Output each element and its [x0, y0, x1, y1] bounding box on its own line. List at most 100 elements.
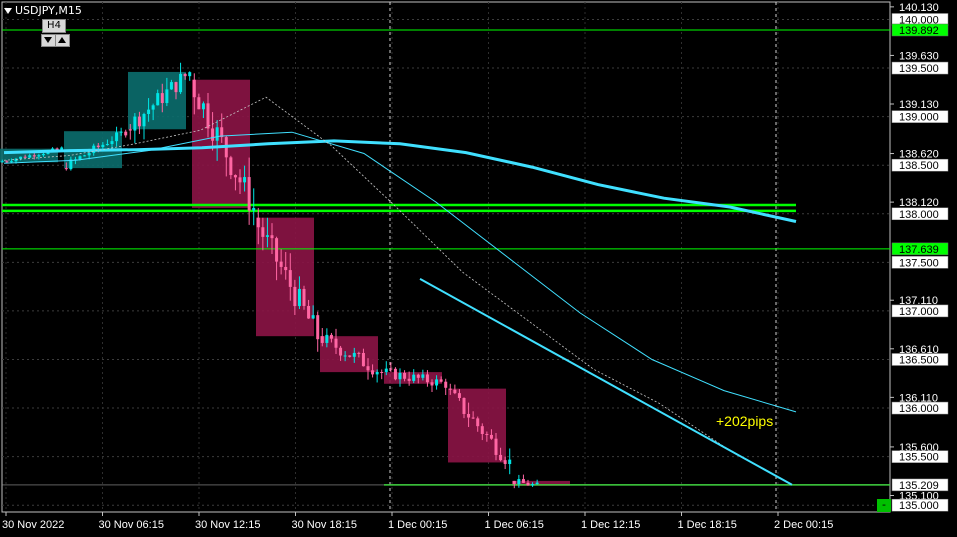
m15-candle-body	[28, 155, 32, 158]
m15-candle-body	[494, 438, 498, 455]
m15-candle-body	[179, 73, 183, 93]
m15-candle-body	[334, 338, 338, 348]
m15-candle-body	[192, 79, 196, 98]
time-tick-label: 30 Nov 12:15	[195, 519, 260, 531]
m15-candle-body	[5, 161, 9, 163]
round-level-label: 136.000	[899, 403, 939, 415]
m15-candle-body	[284, 266, 288, 271]
m15-candle-body	[448, 388, 452, 390]
timeframe-button[interactable]: H4	[42, 19, 66, 33]
m15-candle-body	[485, 433, 489, 435]
m15-candle-body	[439, 379, 443, 382]
m15-candle-body	[124, 131, 128, 136]
m15-candle-body	[293, 286, 297, 307]
m15-candle-body	[425, 374, 429, 383]
time-tick-label: 1 Dec 12:15	[581, 519, 640, 531]
m15-candle-body	[64, 168, 68, 170]
price-chart[interactable]: 140.130139.630139.130138.620138.120137.1…	[0, 0, 957, 537]
m15-candle-body	[211, 128, 215, 141]
m15-candle-body	[521, 479, 525, 483]
m15-candle-body	[407, 378, 411, 381]
m15-candle-body	[288, 270, 292, 287]
symbol-title[interactable]: USDJPY,M15	[4, 4, 82, 17]
m15-candle-body	[339, 347, 343, 356]
pips-annotation: +202pips	[716, 413, 773, 429]
m15-candle-body	[119, 131, 123, 133]
m15-candle-body	[343, 355, 347, 357]
m15-candle-body	[60, 147, 64, 150]
m15-candle-body	[183, 73, 187, 77]
time-tick-label: 2 Dec 00:15	[774, 519, 833, 531]
m15-candle-body	[41, 153, 45, 156]
h4-candle-boxes	[0, 71, 570, 486]
m15-candle-body	[316, 315, 320, 340]
m15-candle-body	[297, 288, 301, 307]
round-level-label: 136.500	[899, 354, 939, 366]
m15-candle-body	[96, 145, 100, 148]
arrow-up-icon	[58, 37, 66, 43]
m15-candle-body	[375, 371, 379, 375]
m15-candle-body	[174, 82, 178, 93]
level-price-label: 139.892	[899, 25, 939, 37]
m15-candle-body	[270, 235, 274, 239]
h4-candle-box	[256, 217, 314, 337]
m15-candle-body	[0, 161, 4, 163]
m15-candle-body	[247, 177, 251, 211]
m15-candle-body	[499, 454, 503, 461]
moving-averages	[3, 96, 797, 485]
m15-candle-body	[329, 334, 333, 339]
m15-candle-body	[320, 336, 324, 343]
m15-candle-body	[19, 156, 23, 159]
m15-candle-body	[412, 374, 416, 381]
m15-candle-body	[133, 116, 137, 131]
m15-candle-body	[531, 484, 535, 486]
m15-candle-body	[471, 417, 475, 419]
m15-candle-body	[279, 261, 283, 267]
m15-candle-body	[101, 144, 105, 148]
timeframe-down-button[interactable]	[41, 34, 56, 47]
m15-candle-body	[444, 381, 448, 388]
m15-candle-body	[476, 418, 480, 427]
round-level-label: 135.000	[899, 500, 939, 512]
m15-candle-body	[403, 372, 407, 379]
dropdown-arrow-icon[interactable]	[4, 7, 12, 14]
m15-candle-body	[366, 366, 370, 371]
m15-candle-body	[457, 393, 461, 398]
m15-candle-body	[238, 177, 242, 183]
m15-candle-body	[151, 105, 155, 110]
m15-candle-body	[78, 156, 82, 160]
m15-candle-body	[416, 374, 420, 378]
m15-candle-body	[9, 161, 13, 163]
time-axis: 30 Nov 2022 30 Nov 06:15 30 Nov 12:15 30 No…	[2, 512, 833, 531]
slow-moving-average	[3, 139, 797, 223]
m15-candle-body	[503, 460, 507, 465]
m15-candle-body	[142, 113, 146, 127]
timeframe-panel: H4	[38, 19, 70, 47]
m15-candle-body	[512, 480, 516, 485]
time-tick-label: 30 Nov 2022	[2, 519, 64, 531]
time-tick-label: 1 Dec 18:15	[678, 519, 737, 531]
m15-candle-body	[462, 397, 466, 414]
round-level-label: 139.000	[899, 112, 939, 124]
m15-candle-body	[55, 148, 59, 150]
m15-candle-body	[110, 141, 114, 145]
m15-candle-body	[480, 426, 484, 434]
m15-candle-body	[23, 156, 27, 158]
timeframe-up-button[interactable]	[55, 34, 70, 47]
m15-candle-body	[252, 207, 256, 211]
m15-candle-body	[535, 482, 539, 485]
m15-candle-body	[188, 72, 192, 77]
m15-candle-body	[307, 305, 311, 319]
m15-candle-body	[87, 153, 91, 156]
collapse-button[interactable]: -	[877, 499, 891, 512]
time-tick-label: 1 Dec 06:15	[485, 519, 544, 531]
m15-candle-body	[197, 97, 201, 110]
price-tick-label: 139.630	[899, 50, 939, 62]
m15-candle-body	[233, 175, 237, 178]
m15-candle-body	[105, 144, 109, 146]
m15-candle-body	[467, 413, 471, 418]
m15-candle-body	[169, 82, 173, 90]
m15-candle-body	[243, 177, 247, 183]
time-tick-label: 30 Nov 06:15	[99, 519, 164, 531]
m15-candle-body	[201, 103, 205, 110]
